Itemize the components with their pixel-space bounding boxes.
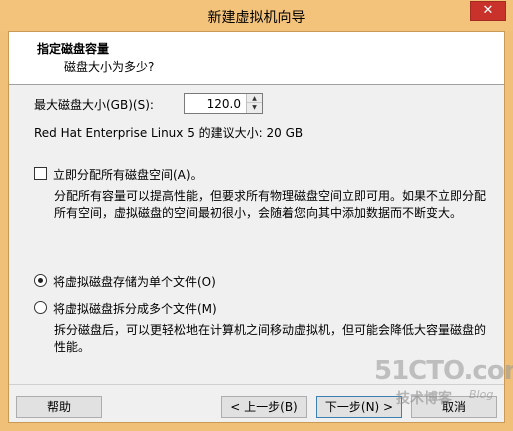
store-single-file-radio[interactable] [34, 274, 47, 287]
split-multiple-files-radio[interactable] [34, 301, 47, 314]
watermark-blog-text: Blog [469, 388, 494, 401]
back-button[interactable]: < 上一步(B) [221, 396, 307, 418]
allocate-now-label[interactable]: 立即分配所有磁盘空间(A)。 [53, 166, 203, 183]
disk-size-input[interactable] [185, 94, 245, 113]
title-bar: 新建虚拟机向导 ✕ [0, 0, 513, 31]
window-title: 新建虚拟机向导 [207, 10, 306, 26]
site-watermark: 51CTO.com 技术博客 Blog [374, 356, 513, 407]
spin-down-icon[interactable]: ▼ [247, 103, 262, 112]
disk-size-stepper[interactable]: ▲ ▼ [184, 93, 263, 114]
disk-size-label: 最大磁盘大小(GB)(S): [34, 98, 154, 112]
spin-buttons: ▲ ▼ [246, 94, 262, 113]
split-description: 拆分磁盘后，可以更轻松地在计算机之间移动虚拟机，但可能会降低大容量磁盘的性能。 [54, 323, 487, 354]
wizard-window: 指定磁盘容量 磁盘大小为多少? 最大磁盘大小(GB)(S): ▲ ▼ Red H… [8, 31, 513, 423]
help-button[interactable]: 帮助 [16, 396, 102, 418]
page-title: 指定磁盘容量 [37, 42, 110, 56]
store-single-file-label[interactable]: 将虚拟磁盘存储为单个文件(O) [53, 273, 216, 290]
spin-up-icon[interactable]: ▲ [247, 94, 262, 103]
radio-selected-dot [38, 278, 43, 283]
recommended-size-text: Red Hat Enterprise Linux 5 的建议大小: 20 GB [34, 126, 304, 140]
watermark-main-text: 51CTO.com [374, 356, 513, 386]
page-subtitle: 磁盘大小为多少? [64, 60, 155, 74]
close-button[interactable]: ✕ [470, 1, 506, 21]
wizard-header: 指定磁盘容量 磁盘大小为多少? [9, 32, 504, 85]
split-multiple-files-label[interactable]: 将虚拟磁盘拆分成多个文件(M) [53, 300, 217, 317]
watermark-sub-text: 技术博客 [396, 391, 452, 407]
allocate-description: 分配所有容量可以提高性能，但要求所有物理磁盘空间立即可用。如果不立即分配所有空间… [54, 189, 487, 220]
allocate-now-checkbox[interactable] [34, 167, 47, 180]
